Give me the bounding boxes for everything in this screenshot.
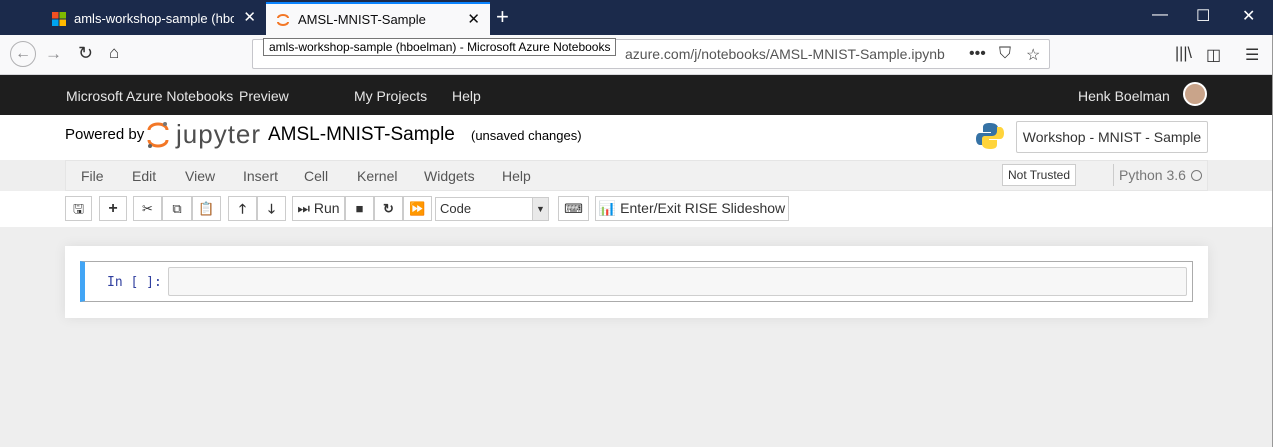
copy-icon: ⧉ — [172, 201, 182, 216]
tab-title: amls-workshop-sample (hboel — [74, 11, 234, 26]
move-up-button[interactable]: 🡑 — [228, 196, 257, 221]
paste-icon: 📋 — [198, 201, 215, 216]
tab-amsl-mnist[interactable]: AMSL-MNIST-Sample ✕ — [266, 2, 490, 35]
menu-widgets[interactable]: Widgets — [424, 168, 475, 184]
azure-brand-link[interactable]: Microsoft Azure Notebooks — [66, 88, 233, 104]
arrow-up-icon: 🡑 — [239, 201, 246, 216]
tab-title: AMSL-MNIST-Sample — [298, 12, 426, 27]
menu-view[interactable]: View — [185, 168, 215, 184]
scissors-icon: ✂ — [142, 201, 153, 216]
jupyter-logo-text: jupyter — [176, 119, 262, 149]
python-logo-icon — [976, 123, 1004, 149]
kernel-name: Python 3.6 — [1113, 164, 1186, 186]
menu-edit[interactable]: Edit — [132, 168, 156, 184]
powered-by-label: Powered by — [65, 126, 145, 143]
page-actions-icon[interactable]: ••• — [969, 45, 986, 63]
command-palette-button[interactable]: ⌨ — [558, 196, 589, 221]
tab-amls-workshop[interactable]: amls-workshop-sample (hboel ✕ — [42, 2, 266, 35]
cell-type-select[interactable]: Code ▼ — [435, 197, 549, 221]
run-label: Run — [313, 200, 340, 216]
restart-button[interactable]: ↻ — [374, 196, 403, 221]
fast-forward-icon: ⏩ — [409, 201, 426, 216]
restart-icon: ↻ — [383, 201, 394, 216]
new-tab-icon[interactable]: + — [496, 4, 509, 30]
jupyter-logo-icon — [147, 122, 169, 148]
avatar[interactable] — [1183, 82, 1207, 106]
menu-insert[interactable]: Insert — [243, 168, 278, 184]
forward-icon[interactable]: → — [45, 44, 62, 64]
chevron-down-icon: ▼ — [532, 198, 548, 220]
kernel-idle-icon — [1191, 170, 1202, 181]
save-button[interactable]: 🖫 — [65, 196, 92, 221]
menu-help[interactable]: Help — [502, 168, 531, 184]
menu-kernel[interactable]: Kernel — [357, 168, 397, 184]
my-projects-link[interactable]: My Projects — [354, 88, 427, 104]
rise-slideshow-button[interactable]: 📊 Enter/Exit RISE Slideshow — [595, 196, 789, 221]
copy-button[interactable]: ⧉ — [162, 196, 192, 221]
restart-run-all-button[interactable]: ⏩ — [403, 196, 432, 221]
step-forward-icon: ⏭ — [297, 200, 311, 216]
menu-cell[interactable]: Cell — [304, 168, 328, 184]
cell-input-editor[interactable] — [168, 267, 1187, 296]
library-icon[interactable]: |||\ — [1175, 45, 1192, 63]
sidebar-icon[interactable]: ◫ — [1206, 45, 1221, 65]
navigation-bar: ← → ↻ ⌂ azure.com/j/notebooks/AMSL-MNIST… — [0, 35, 1273, 75]
plus-icon: + — [108, 200, 118, 217]
maximize-icon[interactable]: ☐ — [1196, 6, 1210, 26]
rise-label: Enter/Exit RISE Slideshow — [620, 200, 786, 216]
stop-icon: ■ — [355, 201, 364, 216]
notebook-name[interactable]: AMSL-MNIST-Sample — [268, 124, 455, 146]
user-name[interactable]: Henk Boelman — [1078, 88, 1170, 104]
bar-chart-icon: 📊 — [598, 200, 617, 216]
input-prompt: In [ ]: — [107, 275, 162, 290]
preview-label: Preview — [239, 88, 289, 104]
kernel-select-button[interactable]: Workshop - MNIST - Sample — [1016, 121, 1208, 153]
interrupt-button[interactable]: ■ — [345, 196, 374, 221]
save-icon: 🖫 — [72, 201, 85, 216]
cut-button[interactable]: ✂ — [133, 196, 162, 221]
url-text: azure.com/j/notebooks/AMSL-MNIST-Sample.… — [625, 46, 945, 62]
cell-type-value: Code — [440, 201, 472, 216]
home-icon[interactable]: ⌂ — [109, 43, 119, 63]
keyboard-icon: ⌨ — [564, 201, 583, 216]
move-down-button[interactable]: 🡓 — [257, 196, 286, 221]
pocket-icon[interactable]: ⛉ — [999, 45, 1011, 63]
add-cell-button[interactable]: + — [99, 196, 127, 221]
help-link[interactable]: Help — [452, 88, 481, 104]
azure-notebooks-header: Microsoft Azure Notebooks Preview My Pro… — [0, 75, 1273, 115]
bookmark-star-icon[interactable]: ☆ — [1026, 45, 1040, 65]
close-icon[interactable]: ✕ — [467, 10, 480, 28]
run-button[interactable]: ⏭ Run — [292, 196, 345, 221]
hamburger-menu-icon[interactable]: ☰ — [1245, 45, 1259, 65]
reload-icon[interactable]: ↻ — [78, 43, 93, 64]
unsaved-indicator: (unsaved changes) — [471, 128, 582, 143]
trust-indicator[interactable]: Not Trusted — [1002, 164, 1077, 186]
jupyter-favicon-icon — [277, 13, 289, 26]
close-icon[interactable]: ✕ — [243, 8, 256, 26]
windows-logo-icon — [52, 11, 66, 26]
window-close-icon[interactable]: ✕ — [1242, 6, 1255, 26]
arrow-down-icon: 🡓 — [268, 201, 275, 216]
paste-button[interactable]: 📋 — [192, 196, 221, 221]
back-icon[interactable]: ← — [10, 41, 36, 67]
minimize-icon[interactable]: — — [1152, 6, 1168, 24]
tab-tooltip: amls-workshop-sample (hboelman) - Micros… — [263, 38, 617, 56]
menu-file[interactable]: File — [81, 168, 104, 184]
